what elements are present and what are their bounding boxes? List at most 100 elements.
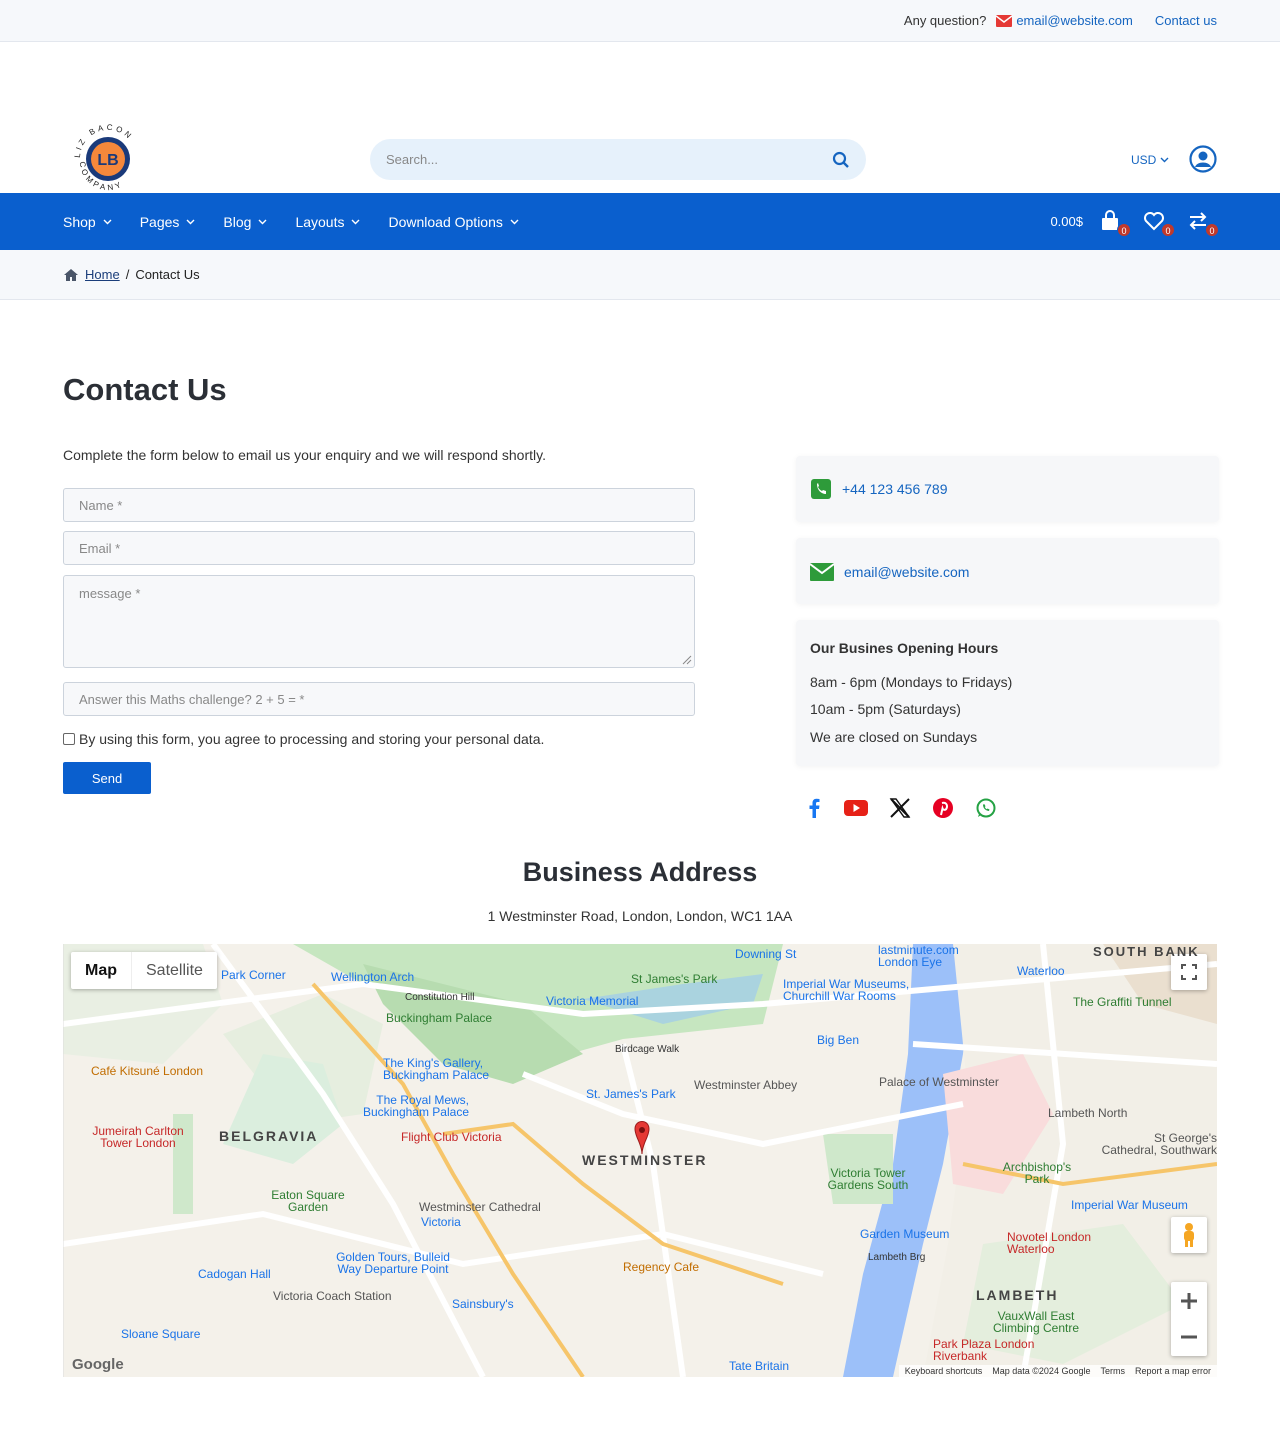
satellite-tab[interactable]: Satellite <box>131 952 217 989</box>
map-label: Sloane Square <box>121 1327 201 1341</box>
chevron-down-icon <box>103 219 112 224</box>
email-card: email@website.com <box>796 538 1219 604</box>
home-icon <box>64 268 78 281</box>
message-field[interactable]: message * <box>63 575 695 668</box>
map-label: BELGRAVIA <box>219 1128 319 1144</box>
contact-us-link[interactable]: Contact us <box>1155 13 1217 28</box>
map-label: Buckingham Palace <box>386 1011 493 1025</box>
wishlist-button[interactable]: 0 <box>1143 210 1175 237</box>
zoom-out-button[interactable] <box>1171 1319 1207 1355</box>
company-logo[interactable]: LIZ BACON COMPANY LB <box>72 116 144 202</box>
map-label: St. James's Park <box>586 1087 676 1101</box>
topbar-email-text: email@website.com <box>1016 13 1133 28</box>
cart-button[interactable]: 0 <box>1099 209 1131 237</box>
main-nav: Shop Pages Blog Layouts Download Options… <box>0 193 1280 250</box>
svg-text:LB: LB <box>97 152 118 169</box>
map-label: Garden Museum <box>860 1227 950 1241</box>
map-label: Archbishop's Park <box>1002 1160 1072 1186</box>
email-link[interactable]: email@website.com <box>810 563 969 581</box>
map-label: Imperial War Museum <box>1071 1198 1188 1212</box>
email-address: email@website.com <box>844 564 970 580</box>
map-label: lastminute.com London Eye <box>878 944 959 969</box>
google-logo: Google <box>72 1356 124 1373</box>
map-label: Downing St <box>735 947 797 961</box>
currency-selector[interactable]: USD <box>1131 153 1169 167</box>
report-error-link[interactable]: Report a map error <box>1135 1366 1211 1376</box>
map-label: The Royal Mews, Buckingham Palace <box>362 1093 469 1119</box>
terms-link[interactable]: Terms <box>1100 1366 1125 1376</box>
map-label: Eaton Square Garden <box>271 1188 345 1214</box>
facebook-icon[interactable] <box>805 797 823 819</box>
hours-line: 10am - 5pm (Saturdays) <box>810 701 961 717</box>
opening-hours-card: Our Busines Opening Hours 8am - 6pm (Mon… <box>796 620 1219 766</box>
top-bar: Any question? email@website.com Contact … <box>0 0 1280 42</box>
nav-pages-label: Pages <box>139 213 180 230</box>
form-intro: Complete the form below to email us your… <box>63 447 546 463</box>
map-label: Tate Britain <box>729 1359 790 1373</box>
fullscreen-button[interactable] <box>1171 954 1207 990</box>
x-icon[interactable] <box>889 797 911 819</box>
question-label: Any question? <box>903 13 987 28</box>
envelope-icon <box>810 563 834 581</box>
business-address-line: 1 Westminster Road, London, London, WC1 … <box>487 908 793 924</box>
map-label: Imperial War Museums, Churchill War Room… <box>783 977 910 1003</box>
name-field[interactable]: Name * <box>63 488 695 522</box>
breadcrumb-separator: / <box>125 267 130 282</box>
whatsapp-icon[interactable] <box>975 797 997 819</box>
search-input[interactable] <box>386 152 832 167</box>
map-label: St James's Park <box>631 972 718 986</box>
captcha-field[interactable]: Answer this Maths challenge? 2 + 5 = * <box>63 682 695 716</box>
user-icon <box>1189 145 1217 173</box>
account-button[interactable] <box>1189 145 1217 178</box>
google-map[interactable]: Map Satellite WESTMINSTER BELGRAVIA LAMB… <box>63 944 1217 1377</box>
topbar-email-link[interactable]: email@website.com <box>996 13 1133 28</box>
envelope-icon <box>996 14 1013 27</box>
keyboard-shortcuts-link[interactable]: Keyboard shortcuts <box>905 1366 983 1376</box>
map-label: Big Ben <box>817 1033 860 1047</box>
consent-checkbox[interactable] <box>63 733 75 745</box>
breadcrumb-home[interactable]: Home <box>85 267 120 282</box>
youtube-icon[interactable] <box>844 799 868 817</box>
map-label: The Graffiti Tunnel <box>1073 995 1172 1009</box>
map-label: Victoria <box>421 1215 461 1229</box>
phone-card: +44 123 456 789 <box>796 456 1219 522</box>
map-label: Westminster Cathedral <box>419 1200 541 1214</box>
map-label: Palace of Westminster <box>879 1075 999 1089</box>
search-bar <box>370 139 866 180</box>
chevron-down-icon <box>510 219 519 224</box>
resize-handle-icon[interactable] <box>682 655 692 665</box>
zoom-in-button[interactable] <box>1171 1283 1207 1319</box>
nav-blog[interactable]: Blog <box>223 214 267 230</box>
compare-button[interactable]: 0 <box>1187 210 1219 237</box>
nav-shop[interactable]: Shop <box>63 214 112 230</box>
nav-pages[interactable]: Pages <box>140 214 196 230</box>
cart-count-badge: 0 <box>1117 222 1131 237</box>
chevron-down-icon <box>186 219 195 224</box>
chevron-down-icon <box>1160 157 1169 163</box>
map-label: Jumeirah Carlton Tower London <box>92 1124 184 1150</box>
street-view-pegman[interactable] <box>1171 1217 1207 1253</box>
hours-line: 8am - 6pm (Mondays to Fridays) <box>810 674 1013 690</box>
nav-layouts[interactable]: Layouts <box>295 214 360 230</box>
nav-download-options[interactable]: Download Options <box>388 213 519 230</box>
map-label: SOUTH BANK <box>1093 944 1200 959</box>
nav-download-label: Download Options <box>388 213 503 230</box>
pinterest-icon[interactable] <box>932 797 954 819</box>
page-title: Contact Us <box>63 372 227 407</box>
send-button[interactable]: Send <box>63 762 151 794</box>
social-links <box>805 797 997 819</box>
map-label: Sainsbury's <box>452 1297 514 1311</box>
phone-icon <box>811 479 831 499</box>
phone-link[interactable]: +44 123 456 789 <box>810 479 948 499</box>
map-tab[interactable]: Map <box>71 952 131 989</box>
hours-line: We are closed on Sundays <box>810 729 978 745</box>
email-field[interactable]: Email * <box>63 531 695 565</box>
consent-label: By using this form, you agree to process… <box>79 731 545 747</box>
pegman-icon <box>1184 1223 1194 1247</box>
nav-shop-label: Shop <box>63 213 96 230</box>
chevron-down-icon <box>351 219 360 224</box>
message-placeholder: message * <box>79 586 141 601</box>
consent-checkbox-row: By using this form, you agree to process… <box>63 731 544 747</box>
map-label: Golden Tours, Bulleid Way Departure Poin… <box>336 1250 450 1276</box>
search-icon[interactable] <box>832 151 850 169</box>
